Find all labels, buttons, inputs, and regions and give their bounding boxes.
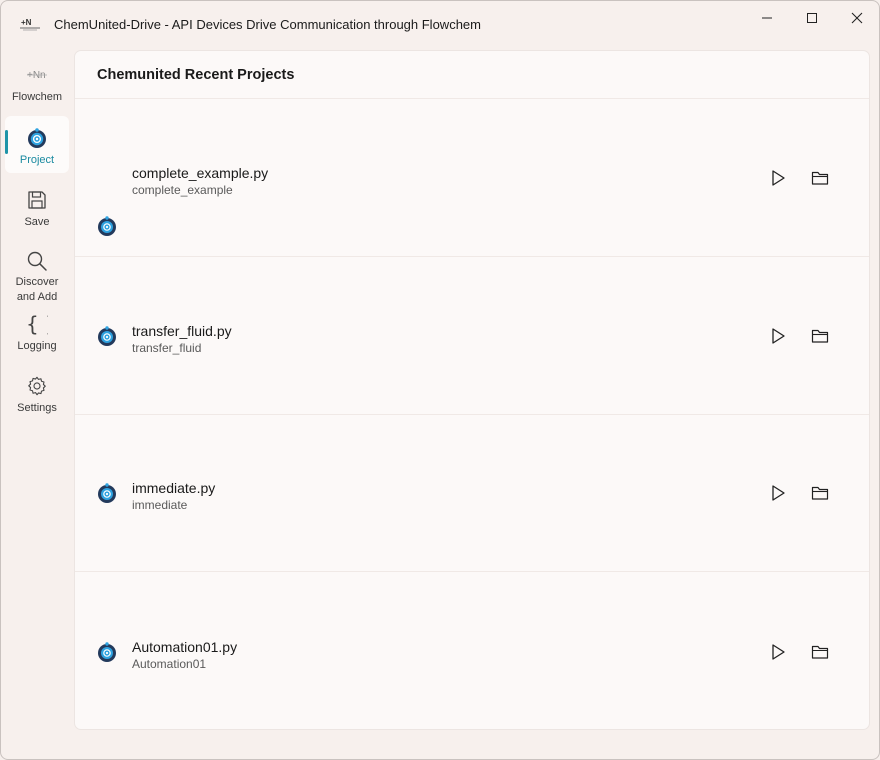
sidebar-item-label: Save: [24, 216, 50, 228]
project-row[interactable]: complete_example.py complete_example: [75, 98, 869, 256]
svg-text:+Nn: +Nn: [27, 70, 46, 81]
svg-text:{ }: { }: [26, 312, 48, 336]
sidebar-item-label: Project: [19, 154, 55, 166]
close-icon: [851, 12, 863, 24]
project-gear-icon: [98, 483, 116, 503]
project-row[interactable]: transfer_fluid.py transfer_fluid: [75, 256, 869, 414]
folder-icon: [811, 645, 829, 659]
project-subtitle: complete_example: [132, 183, 233, 197]
folder-icon: [811, 171, 829, 185]
sidebar-item-settings[interactable]: Settings: [5, 374, 69, 420]
folder-icon: [811, 329, 829, 343]
app-logo-icon: +N: [20, 18, 40, 31]
sidebar-item-label: Flowchem: [11, 91, 63, 103]
project-gear-icon: [98, 216, 116, 236]
play-icon: [772, 328, 785, 344]
project-subtitle: transfer_fluid: [132, 341, 202, 355]
page-title: Chemunited Recent Projects: [97, 67, 295, 83]
recent-projects-panel: Chemunited Recent Projects complete_exam…: [74, 50, 870, 730]
run-button[interactable]: [764, 164, 792, 192]
project-gear-icon: [25, 126, 49, 150]
play-icon: [772, 170, 785, 186]
project-name: Automation01.py: [132, 639, 238, 655]
braces-icon: { }: [25, 312, 49, 336]
sidebar-item-logging[interactable]: { } Logging: [5, 312, 69, 358]
open-folder-button[interactable]: [806, 479, 834, 507]
project-subtitle: Automation01: [132, 657, 207, 671]
gear-icon: [25, 374, 49, 398]
sidebar-item-label: Logging: [17, 340, 57, 352]
project-subtitle: immediate: [132, 498, 188, 512]
sidebar-item-label: Settings: [17, 402, 57, 414]
project-gear-icon: [98, 326, 116, 346]
play-icon: [772, 485, 785, 501]
close-button[interactable]: [834, 1, 879, 35]
sidebar-item-label: Discover and Add: [15, 276, 59, 303]
play-icon: [772, 644, 785, 660]
folder-icon: [811, 486, 829, 500]
minimize-button[interactable]: [744, 1, 790, 35]
project-name: immediate.py: [132, 480, 216, 496]
run-button[interactable]: [764, 479, 792, 507]
search-icon: [25, 250, 49, 272]
open-folder-button[interactable]: [806, 322, 834, 350]
minimize-icon: [762, 17, 772, 19]
open-folder-button[interactable]: [806, 638, 834, 666]
maximize-button[interactable]: [789, 1, 835, 35]
project-row[interactable]: Automation01.py Automation01: [75, 571, 869, 729]
title-bar[interactable]: +N ChemUnited-Drive - API Devices Drive …: [1, 1, 879, 47]
sidebar-item-project[interactable]: Project: [5, 116, 69, 173]
save-icon: [25, 188, 49, 212]
sidebar-item-save[interactable]: Save: [5, 188, 69, 236]
project-row[interactable]: immediate.py immediate: [75, 414, 869, 572]
project-name: complete_example.py: [132, 165, 269, 181]
run-button[interactable]: [764, 322, 792, 350]
flowchem-logo-icon: +Nn: [25, 63, 49, 87]
project-name: transfer_fluid.py: [132, 323, 232, 339]
svg-text:+N: +N: [21, 18, 32, 27]
open-folder-button[interactable]: [806, 164, 834, 192]
maximize-icon: [807, 13, 817, 23]
app-window: +N ChemUnited-Drive - API Devices Drive …: [0, 0, 880, 760]
window-title: ChemUnited-Drive - API Devices Drive Com…: [54, 17, 481, 32]
run-button[interactable]: [764, 638, 792, 666]
project-gear-icon: [98, 642, 116, 662]
sidebar-item-discover[interactable]: Discover and Add: [5, 250, 69, 304]
sidebar-item-flowchem[interactable]: +Nn Flowchem: [5, 63, 69, 113]
active-indicator: [5, 130, 8, 154]
